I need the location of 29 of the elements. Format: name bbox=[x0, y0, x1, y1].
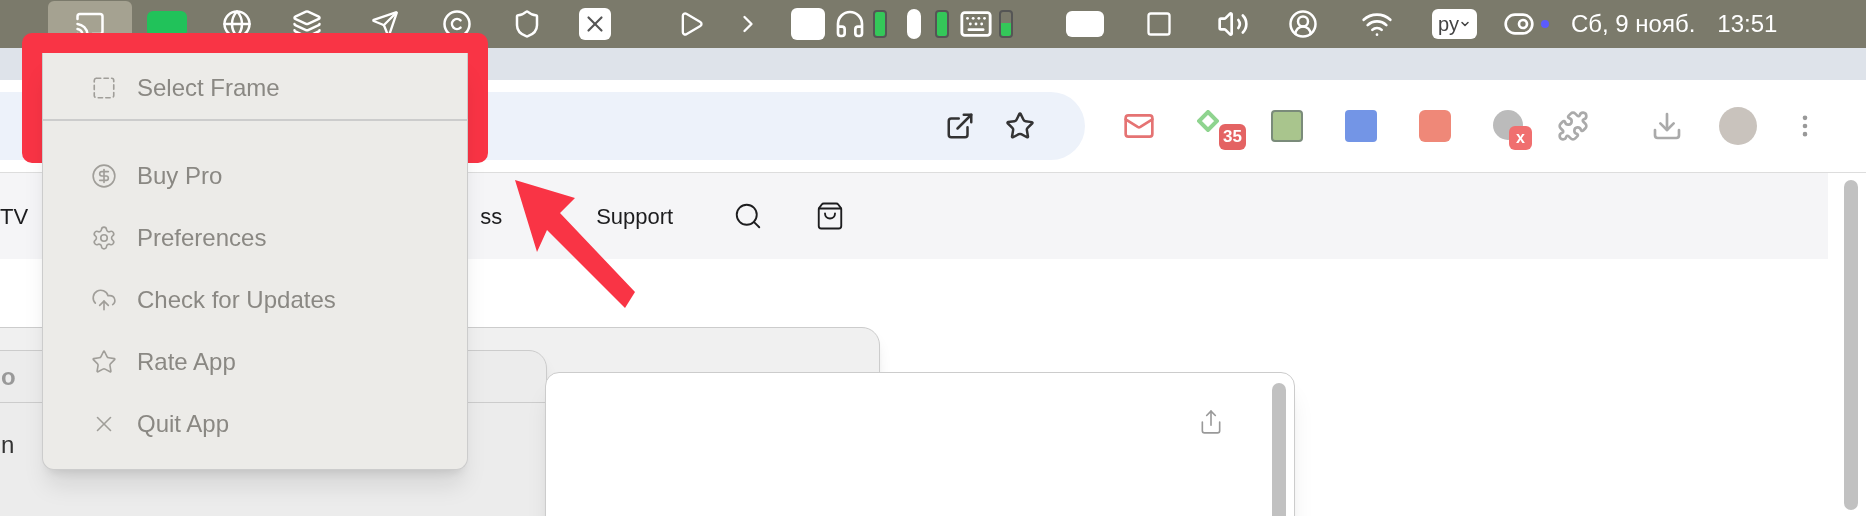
window-text: n bbox=[1, 430, 15, 460]
settings-icon bbox=[91, 225, 117, 251]
error-badge: x bbox=[1509, 126, 1532, 150]
battery-level-icon[interactable] bbox=[996, 10, 1016, 38]
menu-item[interactable]: Select Frame bbox=[43, 57, 467, 119]
download-icon[interactable] bbox=[1651, 110, 1683, 142]
menu-item[interactable]: Quit App bbox=[43, 393, 467, 455]
window-title: o bbox=[1, 361, 16, 392]
battery-level-icon[interactable] bbox=[870, 10, 890, 38]
dashed-frame-icon bbox=[91, 75, 117, 101]
dollar-icon bbox=[91, 163, 117, 189]
battery-level-icon[interactable] bbox=[932, 10, 952, 38]
extensions-icon[interactable] bbox=[1557, 110, 1589, 142]
star-icon bbox=[91, 349, 117, 375]
menu-bar-time[interactable]: 13:51 bbox=[1717, 6, 1778, 42]
scrollbar[interactable] bbox=[1844, 180, 1858, 510]
menu-item[interactable]: Buy Pro bbox=[43, 145, 467, 207]
menu-item[interactable]: Check for Updates bbox=[43, 269, 467, 331]
nav-link[interactable]: TV bbox=[0, 199, 29, 233]
cloud-upload-icon bbox=[91, 287, 117, 313]
input-source-button[interactable]: ру bbox=[1432, 9, 1477, 39]
bookmark-star-icon[interactable] bbox=[1005, 111, 1035, 141]
nav-link[interactable]: Support bbox=[596, 199, 674, 233]
open-external-icon[interactable] bbox=[945, 111, 975, 141]
nav-link[interactable]: ss bbox=[480, 199, 503, 233]
menu-item[interactable]: Rate App bbox=[43, 331, 467, 393]
menu-bar-date[interactable]: Сб, 9 нояб. bbox=[1570, 6, 1696, 42]
count-badge: 35 bbox=[1219, 124, 1246, 150]
menu-item[interactable]: Preferences bbox=[43, 207, 467, 269]
